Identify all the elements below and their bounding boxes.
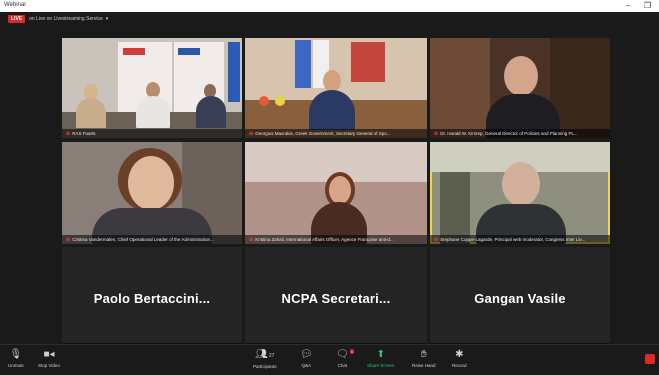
participant-label: ⊘ RAS Fuarts: [62, 129, 242, 138]
participant-label: ⊘ Georgios Mavrakis, Greek Government, Se…: [245, 129, 427, 138]
participants-button[interactable]: 👥︎27 Participants: [253, 349, 277, 369]
participants-icon: 👥︎27: [255, 349, 275, 360]
video-tile-6-active-speaker[interactable]: ⊘ Stephane Coppe-Lagarde, Principal web m…: [430, 142, 610, 244]
meeting-topbar: LIVE on Live on Livestreaming Service ▾: [8, 14, 108, 24]
participant-name: RAS Fuarts: [72, 131, 96, 136]
record-label: Record: [452, 363, 467, 368]
chat-notification-badge: •: [350, 349, 354, 354]
video-tile-8[interactable]: NCPA Secretari... NCPA Secretariat 2022: [245, 247, 427, 352]
participant-label: ⊘ Kristina Zahali, International Affairs …: [245, 235, 427, 244]
meeting-title-text: on Live on Livestreaming Service: [29, 16, 103, 22]
meeting-toolbar: 🎙︎ Unmute ■◂ Stop Video 👥︎27 Participant…: [0, 344, 659, 375]
participants-label: Participants: [253, 364, 277, 369]
raise-hand-icon: ✋︎: [420, 349, 427, 360]
record-button[interactable]: ✱ Record: [452, 349, 467, 368]
restore-button[interactable]: ❐: [644, 1, 651, 11]
participant-label: ⊘ Stephane Coppe-Lagarde, Principal web m…: [430, 235, 610, 244]
share-screen-icon: ⬆︎: [376, 349, 385, 360]
qa-label: Q&A: [301, 363, 312, 368]
participant-name: Stephane Coppe-Lagarde, Principal web mo…: [440, 237, 586, 242]
meeting-window: LIVE on Live on Livestreaming Service ▾ …: [0, 12, 659, 356]
raise-hand-button[interactable]: ✋︎ Raise Hand: [412, 349, 436, 368]
share-screen-button[interactable]: ⬆︎ Share Screen: [367, 349, 395, 368]
unmute-button[interactable]: 🎙︎ Unmute: [8, 349, 24, 368]
live-badge[interactable]: LIVE: [8, 15, 26, 23]
video-camera-icon: ■◂: [43, 349, 55, 360]
participant-label: ⊘ Dr. Harald W. Kirsrep, General Director…: [430, 129, 610, 138]
chat-label: Chat: [337, 363, 348, 368]
muted-mic-icon: ⊘: [434, 236, 439, 243]
participant-name: Cristina Vandermalen, Chief Operational …: [72, 237, 214, 242]
participants-count: 27: [268, 353, 275, 359]
video-tile-1[interactable]: ⊘ RAS Fuarts: [62, 38, 242, 138]
muted-mic-icon: ⊘: [66, 130, 71, 137]
video-tile-4[interactable]: ⊘ Cristina Vandermalen, Chief Operational…: [62, 142, 242, 244]
muted-mic-icon: ⊘: [66, 236, 71, 243]
video-tile-5[interactable]: ⊘ Kristina Zahali, International Affairs …: [245, 142, 427, 244]
qa-icon: 💬︎: [300, 349, 313, 360]
qa-button[interactable]: 💬︎ Q&A: [300, 349, 313, 368]
record-icon: ✱: [455, 349, 464, 360]
participant-name: Kristina Zahali, International Affairs O…: [255, 237, 394, 242]
stop-video-label: Stop Video: [38, 363, 60, 368]
participant-name: Georgios Mavrakis, Greek Government, Sec…: [255, 131, 391, 136]
window-titlebar: Webinar – ❐: [0, 0, 659, 12]
video-tile-9[interactable]: Gangan Vasile ⊘Gangan Vasile: [430, 247, 610, 352]
window-title: Webinar: [4, 2, 27, 8]
participant-display-name: NCPA Secretari...: [281, 291, 391, 306]
video-tile-7[interactable]: Paolo Bertaccini... ⊘Paolo Bertaccini, M…: [62, 247, 242, 352]
participant-label: ⊘ Cristina Vandermalen, Chief Operational…: [62, 235, 242, 244]
share-screen-label: Share Screen: [367, 363, 395, 368]
muted-mic-icon: ⊘: [249, 236, 254, 243]
microphone-muted-icon: 🎙︎: [9, 349, 23, 360]
raise-hand-label: Raise Hand: [412, 363, 436, 368]
chat-button[interactable]: 🗨︎ • Chat: [336, 349, 354, 368]
chevron-down-icon: ▾: [105, 16, 109, 22]
video-tile-2[interactable]: ⊘ Georgios Mavrakis, Greek Government, Se…: [245, 38, 427, 138]
video-tile-3[interactable]: ⊘ Dr. Harald W. Kirsrep, General Director…: [430, 38, 610, 138]
stop-video-button[interactable]: ■◂ Stop Video: [38, 349, 60, 368]
muted-mic-icon: ⊘: [434, 130, 439, 137]
minimize-button[interactable]: –: [626, 1, 630, 11]
meeting-title[interactable]: on Live on Livestreaming Service ▾: [29, 16, 108, 22]
participant-name: Dr. Harald W. Kirsrep, General Director …: [440, 131, 578, 136]
participant-display-name: Paolo Bertaccini...: [93, 291, 211, 306]
chat-icon: 🗨︎: [336, 349, 349, 360]
unmute-label: Unmute: [8, 363, 24, 368]
participant-display-name: Gangan Vasile: [474, 291, 566, 306]
leave-button[interactable]: [645, 354, 655, 364]
muted-mic-icon: ⊘: [249, 130, 254, 137]
